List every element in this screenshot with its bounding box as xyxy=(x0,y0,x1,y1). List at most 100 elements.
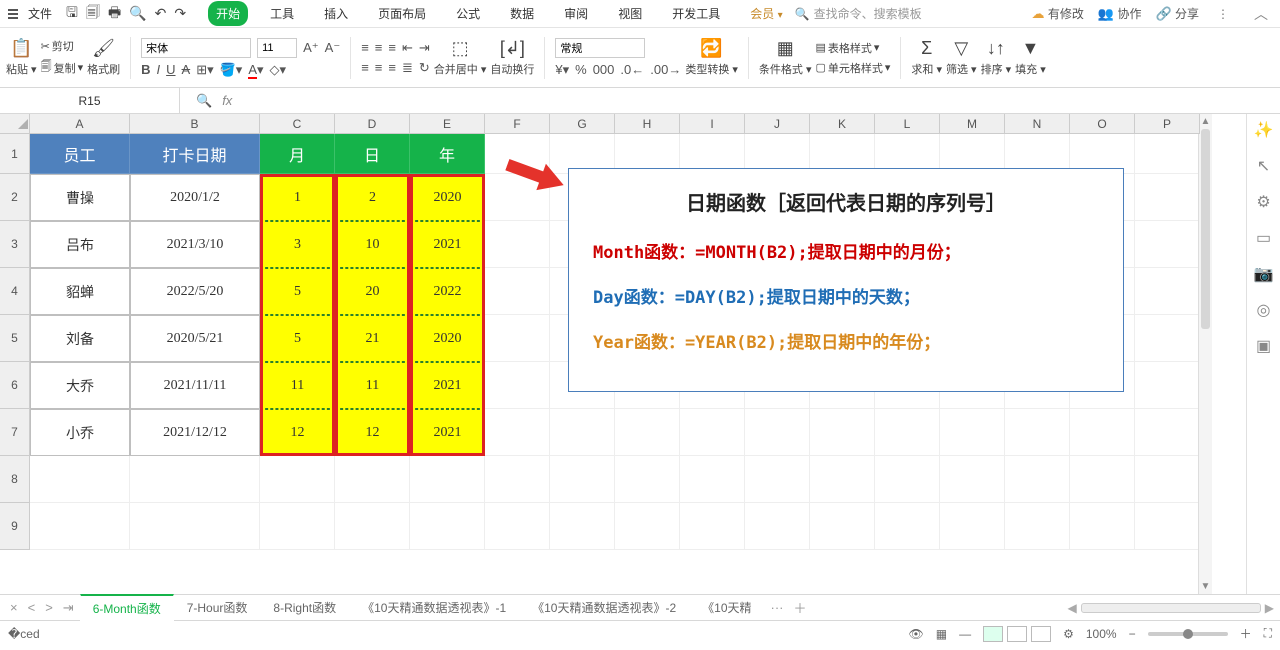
row-header-4[interactable]: 4 xyxy=(0,268,30,315)
font-size-combo[interactable] xyxy=(257,38,297,58)
distribute-icon[interactable]: ≣ xyxy=(402,60,413,76)
navigate-icon[interactable]: 🔍 xyxy=(196,93,212,109)
zoom-value[interactable]: 100% xyxy=(1086,627,1117,641)
tab-review[interactable]: 审阅 xyxy=(556,1,596,26)
cell[interactable] xyxy=(1135,268,1200,315)
cell[interactable] xyxy=(615,456,680,503)
cell-day[interactable]: 12 xyxy=(335,409,410,456)
sheet-tab[interactable]: 6-Month函数 xyxy=(80,594,174,622)
add-sheet-icon[interactable]: ＋ xyxy=(790,598,811,617)
tab-home[interactable]: 开始 xyxy=(208,1,248,26)
sum-button[interactable]: Σ求和 ▾ xyxy=(911,38,942,77)
cell[interactable] xyxy=(550,503,615,550)
cell-date[interactable]: 2021/3/10 xyxy=(130,221,260,268)
tab-nav-first[interactable]: × xyxy=(6,600,22,615)
currency-icon[interactable]: ¥▾ xyxy=(555,62,569,78)
sheet-tab[interactable]: 7-Hour函数 xyxy=(174,594,261,622)
copy-button[interactable]: 🗐复制 ▾ xyxy=(41,58,84,77)
undo-icon[interactable]: ↶ xyxy=(155,5,167,22)
header-day[interactable]: 日 xyxy=(335,134,410,174)
select-icon[interactable]: ↖ xyxy=(1257,156,1270,176)
row-header-7[interactable]: 7 xyxy=(0,409,30,456)
cell[interactable] xyxy=(810,409,875,456)
cell-employee[interactable]: 小乔 xyxy=(30,409,130,456)
sheet-tab[interactable]: 8-Right函数 xyxy=(260,594,349,622)
font-name-combo[interactable] xyxy=(141,38,251,58)
underline-icon[interactable]: U xyxy=(166,62,175,77)
cell-day[interactable]: 10 xyxy=(335,221,410,268)
file-menu[interactable]: 文件 xyxy=(24,5,56,22)
view-break[interactable] xyxy=(1031,626,1051,642)
col-header-A[interactable]: A xyxy=(30,114,130,134)
col-header-K[interactable]: K xyxy=(810,114,875,134)
fill-button[interactable]: ▼填充 ▾ xyxy=(1015,38,1046,77)
eye-icon[interactable]: 👁 xyxy=(909,627,924,641)
font-color-icon[interactable]: A▾ xyxy=(248,62,263,78)
collab-button[interactable]: 👥 协作 xyxy=(1098,5,1142,22)
cell[interactable] xyxy=(1005,503,1070,550)
col-header-O[interactable]: O xyxy=(1070,114,1135,134)
cell-day[interactable]: 20 xyxy=(335,268,410,315)
js-macro-icon[interactable]: �ced xyxy=(8,627,40,641)
vertical-scrollbar[interactable]: ▲ ▼ xyxy=(1198,114,1212,594)
increase-font-icon[interactable]: A⁺ xyxy=(303,40,319,56)
cell[interactable] xyxy=(745,456,810,503)
cell-month[interactable]: 12 xyxy=(260,409,335,456)
header-employee[interactable]: 员工 xyxy=(30,134,130,174)
reading-icon[interactable]: ▣ xyxy=(1256,336,1271,356)
tab-page-layout[interactable]: 页面布局 xyxy=(370,1,434,26)
cell[interactable] xyxy=(1005,409,1070,456)
cell[interactable] xyxy=(940,456,1005,503)
fx-icon[interactable]: fx xyxy=(222,93,232,108)
zoom-out-icon[interactable]: − xyxy=(1129,627,1136,641)
header-year[interactable]: 年 xyxy=(410,134,485,174)
cell-day[interactable]: 21 xyxy=(335,315,410,362)
cell[interactable] xyxy=(485,409,550,456)
cell[interactable] xyxy=(335,503,410,550)
borders-icon[interactable]: ⊞▾ xyxy=(196,62,213,78)
tab-tools[interactable]: 工具 xyxy=(262,1,302,26)
layout-icon[interactable]: ▭ xyxy=(1256,228,1271,248)
cell[interactable] xyxy=(1070,503,1135,550)
cell[interactable] xyxy=(550,456,615,503)
header-month[interactable]: 月 xyxy=(260,134,335,174)
row-headers[interactable]: 123456789 xyxy=(0,134,30,550)
column-headers[interactable]: ABCDEFGHIJKLMNOP xyxy=(30,114,1246,134)
fullscreen-icon[interactable]: ⛶ xyxy=(1264,626,1272,641)
conditional-format-button[interactable]: ▦ 条件格式 ▾ xyxy=(759,38,812,77)
cell[interactable] xyxy=(485,362,550,409)
zoom-in-icon[interactable]: ＋ xyxy=(1240,625,1252,642)
tab-nav-last[interactable]: ⇥ xyxy=(59,600,78,616)
paste-button[interactable]: 📋 粘贴 ▾ xyxy=(6,38,37,77)
cell[interactable] xyxy=(485,221,550,268)
tab-insert[interactable]: 插入 xyxy=(316,1,356,26)
print-icon[interactable]: 🖶 xyxy=(108,2,121,26)
cell[interactable] xyxy=(875,409,940,456)
cell[interactable] xyxy=(260,503,335,550)
align-bottom-icon[interactable]: ≡ xyxy=(388,40,396,55)
italic-icon[interactable]: I xyxy=(157,62,161,77)
tab-data[interactable]: 数据 xyxy=(502,1,542,26)
location-icon[interactable]: ◎ xyxy=(1257,300,1271,320)
row-header-6[interactable]: 6 xyxy=(0,362,30,409)
cell[interactable] xyxy=(1135,134,1200,174)
col-header-P[interactable]: P xyxy=(1135,114,1200,134)
cell-year[interactable]: 2020 xyxy=(410,315,485,362)
col-header-I[interactable]: I xyxy=(680,114,745,134)
col-header-H[interactable]: H xyxy=(615,114,680,134)
cell[interactable] xyxy=(130,503,260,550)
cell[interactable] xyxy=(410,456,485,503)
header-date[interactable]: 打卡日期 xyxy=(130,134,260,174)
cell[interactable] xyxy=(615,409,680,456)
align-middle-icon[interactable]: ≡ xyxy=(375,40,383,55)
percent-icon[interactable]: % xyxy=(575,62,587,77)
collapse-ribbon-icon[interactable]: ︿ xyxy=(1248,4,1274,24)
cell[interactable] xyxy=(30,503,130,550)
cell-employee[interactable]: 大乔 xyxy=(30,362,130,409)
align-left-icon[interactable]: ≡ xyxy=(361,60,369,75)
merge-center-button[interactable]: ⬚ 合并居中 ▾ xyxy=(434,38,487,77)
cell[interactable] xyxy=(485,503,550,550)
cell[interactable] xyxy=(1135,503,1200,550)
view-page[interactable] xyxy=(1007,626,1027,642)
select-all-corner[interactable] xyxy=(0,114,30,134)
